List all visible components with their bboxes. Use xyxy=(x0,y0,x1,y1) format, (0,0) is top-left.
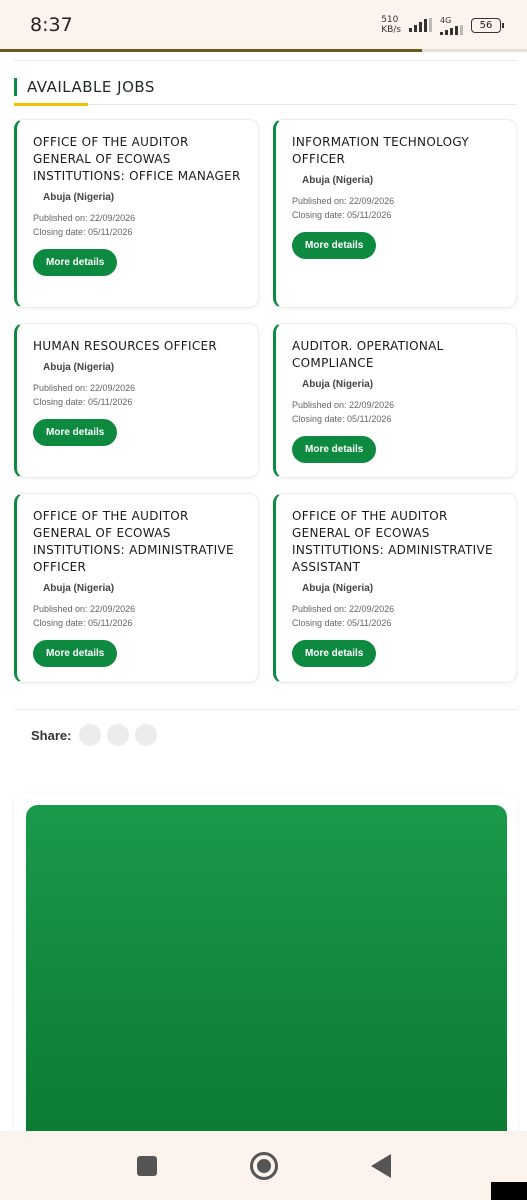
job-dates: Published on: 22/09/2026 Closing date: 0… xyxy=(292,602,500,630)
job-title[interactable]: OFFICE OF THE AUDITOR GENERAL OF ECOWAS … xyxy=(292,508,500,576)
job-card: INFORMATION TECHNOLOGY OFFICER Abuja (Ni… xyxy=(273,119,517,308)
job-card: AUDITOR. OPERATIONAL COMPLIANCE Abuja (N… xyxy=(273,323,517,478)
job-closing-date: Closing date: 05/11/2026 xyxy=(292,618,392,628)
job-location: Abuja (Nigeria) xyxy=(302,379,374,390)
job-card: HUMAN RESOURCES OFFICER Abuja (Nigeria) … xyxy=(14,323,259,478)
job-published-date: Published on: 22/09/2026 xyxy=(33,213,136,223)
status-icons: 510 KB/s 4G 56 xyxy=(381,15,504,35)
circle-icon[interactable] xyxy=(249,1151,278,1180)
signal-icon xyxy=(409,18,432,32)
status-bar: 8:37 510 KB/s 4G 56 xyxy=(0,0,527,50)
job-closing-date: Closing date: 05/11/2026 xyxy=(33,618,133,628)
job-dates: Published on: 22/09/2026 Closing date: 0… xyxy=(33,211,242,239)
more-details-button[interactable]: More details xyxy=(292,436,377,463)
job-closing-date: Closing date: 05/11/2026 xyxy=(33,397,133,407)
job-published-date: Published on: 22/09/2026 xyxy=(33,604,136,614)
share-button[interactable] xyxy=(107,724,130,746)
share-label: Share: xyxy=(31,727,72,743)
corner-block xyxy=(491,1182,527,1200)
job-published-date: Published on: 22/09/2026 xyxy=(292,400,395,410)
share-row: Share: xyxy=(31,724,158,746)
job-dates: Published on: 22/09/2026 Closing date: 0… xyxy=(33,381,242,409)
green-banner xyxy=(26,805,507,1145)
job-dates: Published on: 22/09/2026 Closing date: 0… xyxy=(292,398,500,426)
section-title: AVAILABLE JOBS xyxy=(14,78,517,96)
divider xyxy=(14,709,517,710)
navigation-bar xyxy=(0,1131,527,1200)
network-speed: 510 KB/s xyxy=(381,15,401,35)
job-location: Abuja (Nigeria) xyxy=(43,192,115,203)
reading-progress-bar xyxy=(0,49,527,52)
job-location: Abuja (Nigeria) xyxy=(43,583,115,594)
job-card: OFFICE OF THE AUDITOR GENERAL OF ECOWAS … xyxy=(273,493,517,683)
more-details-button[interactable]: More details xyxy=(33,640,118,667)
network-type: 4G xyxy=(440,15,452,25)
status-time: 8:37 xyxy=(30,14,73,36)
job-dates: Published on: 22/09/2026 Closing date: 0… xyxy=(292,194,500,222)
network-speed-unit: KB/s xyxy=(381,25,401,35)
mobile-data: 4G xyxy=(440,16,463,35)
job-published-date: Published on: 22/09/2026 xyxy=(33,383,136,393)
job-closing-date: Closing date: 05/11/2026 xyxy=(33,227,133,237)
job-location: Abuja (Nigeria) xyxy=(302,583,374,594)
signal-icon xyxy=(440,24,463,35)
job-title[interactable]: OFFICE OF THE AUDITOR GENERAL OF ECOWAS … xyxy=(33,508,242,576)
share-button[interactable] xyxy=(135,724,158,746)
battery-icon: 56 xyxy=(471,17,504,33)
job-location: Abuja (Nigeria) xyxy=(43,362,115,373)
share-button[interactable] xyxy=(79,724,102,746)
job-title[interactable]: OFFICE OF THE AUDITOR GENERAL OF ECOWAS … xyxy=(33,134,242,185)
divider xyxy=(14,60,517,61)
square-icon[interactable] xyxy=(136,1155,157,1176)
more-details-button[interactable]: More details xyxy=(33,419,118,446)
job-published-date: Published on: 22/09/2026 xyxy=(292,196,395,206)
more-details-button[interactable]: More details xyxy=(292,232,377,259)
job-card: OFFICE OF THE AUDITOR GENERAL OF ECOWAS … xyxy=(14,493,259,683)
job-published-date: Published on: 22/09/2026 xyxy=(292,604,395,614)
more-details-button[interactable]: More details xyxy=(292,640,377,667)
reading-progress-fill xyxy=(0,49,422,52)
job-closing-date: Closing date: 05/11/2026 xyxy=(292,210,392,220)
section-underline xyxy=(14,103,517,106)
more-details-button[interactable]: More details xyxy=(33,249,118,276)
job-card: OFFICE OF THE AUDITOR GENERAL OF ECOWAS … xyxy=(14,119,259,308)
triangle-back-icon[interactable] xyxy=(370,1153,391,1178)
job-dates: Published on: 22/09/2026 Closing date: 0… xyxy=(33,602,242,630)
job-title[interactable]: INFORMATION TECHNOLOGY OFFICER xyxy=(292,134,500,168)
job-location: Abuja (Nigeria) xyxy=(302,175,374,186)
job-closing-date: Closing date: 05/11/2026 xyxy=(292,414,392,424)
network-speed-value: 510 xyxy=(381,15,399,25)
job-title[interactable]: HUMAN RESOURCES OFFICER xyxy=(33,338,242,355)
section-header: AVAILABLE JOBS xyxy=(14,78,517,106)
battery-level: 56 xyxy=(479,19,493,31)
job-title[interactable]: AUDITOR. OPERATIONAL COMPLIANCE xyxy=(292,338,500,372)
